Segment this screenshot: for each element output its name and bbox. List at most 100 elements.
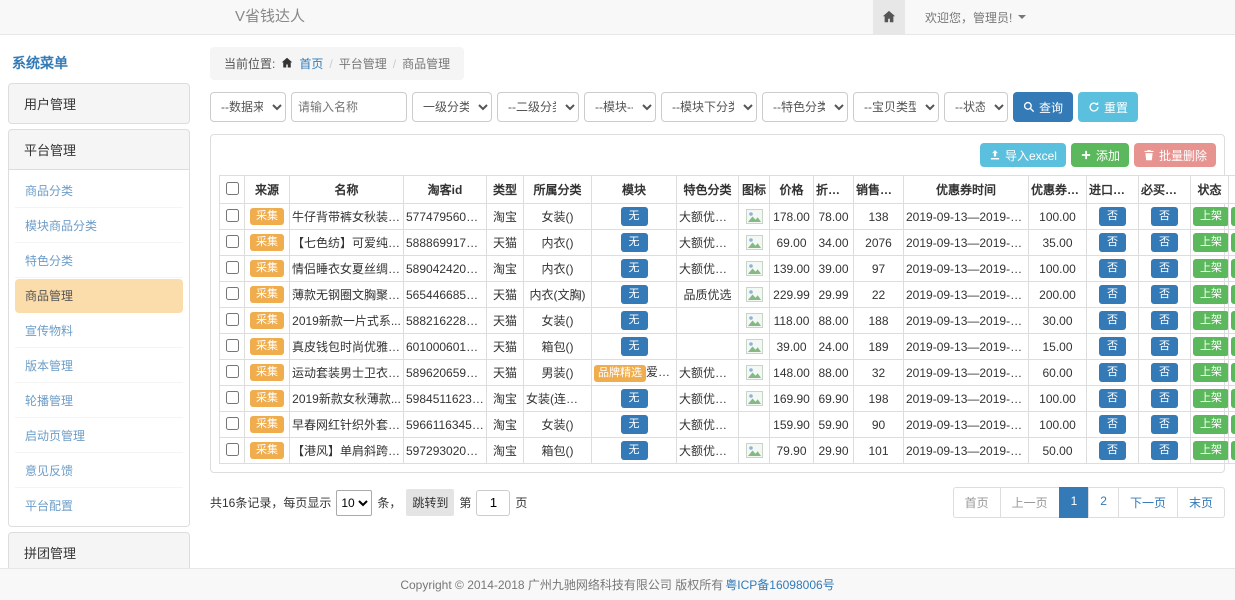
must-buy-toggle-badge[interactable]: 否 (1151, 207, 1178, 226)
pager-button-上一页[interactable]: 上一页 (1000, 487, 1060, 518)
icp-link[interactable]: 粤ICP备16098006号 (725, 576, 834, 593)
row-checkbox[interactable] (226, 391, 239, 404)
row-checkbox[interactable] (226, 261, 239, 274)
product-thumbnail-image (746, 391, 763, 406)
reset-button[interactable]: 重置 (1078, 92, 1138, 122)
batch-delete-button[interactable]: 批量删除 (1134, 143, 1216, 167)
sidebar-item-轮播管理[interactable]: 轮播管理 (15, 384, 183, 418)
sidebar-item-平台配置[interactable]: 平台配置 (15, 489, 183, 522)
level1-category-select[interactable]: 一级分类 (412, 92, 492, 122)
edit-button[interactable] (1231, 363, 1235, 382)
row-checkbox[interactable] (226, 235, 239, 248)
status-badge[interactable]: 上架 (1193, 311, 1229, 330)
edit-button[interactable] (1231, 285, 1235, 304)
home-button[interactable] (873, 0, 905, 34)
import-toggle-badge[interactable]: 否 (1099, 207, 1126, 226)
status-badge[interactable]: 上架 (1193, 441, 1229, 460)
edit-button[interactable] (1231, 415, 1235, 434)
import-toggle-badge[interactable]: 否 (1099, 389, 1126, 408)
feature-category-select[interactable]: --特色分类-- (762, 92, 848, 122)
breadcrumb-prefix: 当前位置: (224, 55, 275, 72)
import-toggle-badge[interactable]: 否 (1099, 259, 1126, 278)
must-buy-toggle-badge[interactable]: 否 (1151, 285, 1178, 304)
status-select[interactable]: --状态-- (944, 92, 1008, 122)
status-badge[interactable]: 上架 (1193, 389, 1229, 408)
jump-page-input[interactable] (476, 490, 510, 516)
cell-actions (1229, 230, 1235, 256)
must-buy-toggle-badge[interactable]: 否 (1151, 233, 1178, 252)
edit-button[interactable] (1231, 389, 1235, 408)
must-buy-toggle-badge[interactable]: 否 (1151, 363, 1178, 382)
must-buy-toggle-badge[interactable]: 否 (1151, 337, 1178, 356)
import-toggle-badge[interactable]: 否 (1099, 415, 1126, 434)
sidebar-group-label[interactable]: 用户管理 (9, 84, 189, 123)
edit-button[interactable] (1231, 337, 1235, 356)
import-toggle-badge[interactable]: 否 (1099, 441, 1126, 460)
import-toggle-badge[interactable]: 否 (1099, 285, 1126, 304)
row-checkbox[interactable] (226, 443, 239, 456)
edit-button[interactable] (1231, 311, 1235, 330)
pager-button-下一页[interactable]: 下一页 (1118, 487, 1178, 518)
sidebar-item-特色分类[interactable]: 特色分类 (15, 244, 183, 278)
row-checkbox[interactable] (226, 287, 239, 300)
status-badge[interactable]: 上架 (1193, 233, 1229, 252)
sidebar-item-模块商品分类[interactable]: 模块商品分类 (15, 209, 183, 243)
edit-button[interactable] (1231, 233, 1235, 252)
module-subcategory-select[interactable]: --模块下分类-- (661, 92, 757, 122)
sidebar-group-label[interactable]: 平台管理 (9, 130, 189, 169)
sidebar-item-版本管理[interactable]: 版本管理 (15, 349, 183, 383)
status-badge[interactable]: 上架 (1193, 207, 1229, 226)
must-buy-toggle-badge[interactable]: 否 (1151, 441, 1178, 460)
must-buy-toggle-badge[interactable]: 否 (1151, 311, 1178, 330)
edit-button[interactable] (1231, 259, 1235, 278)
module-select[interactable]: --模块-- (584, 92, 656, 122)
per-page-select[interactable]: 10 (336, 490, 372, 516)
pager-button-2[interactable]: 2 (1088, 487, 1119, 518)
status-badge[interactable]: 上架 (1193, 285, 1229, 304)
user-menu[interactable]: 欢迎您，管理员! (905, 0, 1235, 34)
search-button[interactable]: 查询 (1013, 92, 1073, 122)
must-buy-toggle-badge[interactable]: 否 (1151, 389, 1178, 408)
sidebar-item-意见反馈[interactable]: 意见反馈 (15, 454, 183, 488)
breadcrumb-home-link[interactable]: 首页 (299, 55, 323, 72)
pagination-summary: 共16条记录，每页显示 10 条， 跳转到 第 页 (210, 489, 527, 516)
status-badge[interactable]: 上架 (1193, 337, 1229, 356)
data-source-select[interactable]: --数据来源-- (210, 92, 286, 122)
cell-status: 上架 (1191, 412, 1229, 438)
row-checkbox[interactable] (226, 365, 239, 378)
status-badge[interactable]: 上架 (1193, 259, 1229, 278)
pager-button-1[interactable]: 1 (1059, 487, 1090, 518)
name-input[interactable] (291, 92, 407, 122)
row-checkbox[interactable] (226, 209, 239, 222)
sidebar-group-label[interactable]: 拼团管理 (9, 533, 189, 568)
row-checkbox[interactable] (226, 417, 239, 430)
row-checkbox[interactable] (226, 339, 239, 352)
sidebar-item-启动页管理[interactable]: 启动页管理 (15, 419, 183, 453)
edit-button[interactable] (1231, 207, 1235, 226)
import-excel-button[interactable]: 导入excel (980, 143, 1066, 167)
pager-button-首页[interactable]: 首页 (953, 487, 1001, 518)
add-button[interactable]: 添加 (1071, 143, 1129, 167)
module-none-badge: 无 (621, 389, 648, 408)
level2-category-select[interactable]: --二级分类-- (497, 92, 579, 122)
edit-button[interactable] (1231, 441, 1235, 460)
must-buy-toggle-badge[interactable]: 否 (1151, 415, 1178, 434)
cell-status: 上架 (1191, 204, 1229, 230)
import-toggle-badge[interactable]: 否 (1099, 337, 1126, 356)
item-type-select[interactable]: --宝贝类型-- (853, 92, 939, 122)
cell-checkbox (220, 230, 245, 256)
sidebar-item-商品管理[interactable]: 商品管理 (15, 279, 183, 313)
select-all-checkbox[interactable] (226, 182, 239, 195)
product-thumbnail (746, 209, 763, 223)
status-badge[interactable]: 上架 (1193, 363, 1229, 382)
import-toggle-badge[interactable]: 否 (1099, 363, 1126, 382)
sidebar-item-商品分类[interactable]: 商品分类 (15, 174, 183, 208)
row-checkbox[interactable] (226, 313, 239, 326)
must-buy-toggle-badge[interactable]: 否 (1151, 259, 1178, 278)
status-badge[interactable]: 上架 (1193, 415, 1229, 434)
sidebar-item-宣传物料[interactable]: 宣传物料 (15, 314, 183, 348)
cell-must_buy: 否 (1139, 412, 1191, 438)
pager-button-末页[interactable]: 末页 (1177, 487, 1225, 518)
import-toggle-badge[interactable]: 否 (1099, 311, 1126, 330)
import-toggle-badge[interactable]: 否 (1099, 233, 1126, 252)
